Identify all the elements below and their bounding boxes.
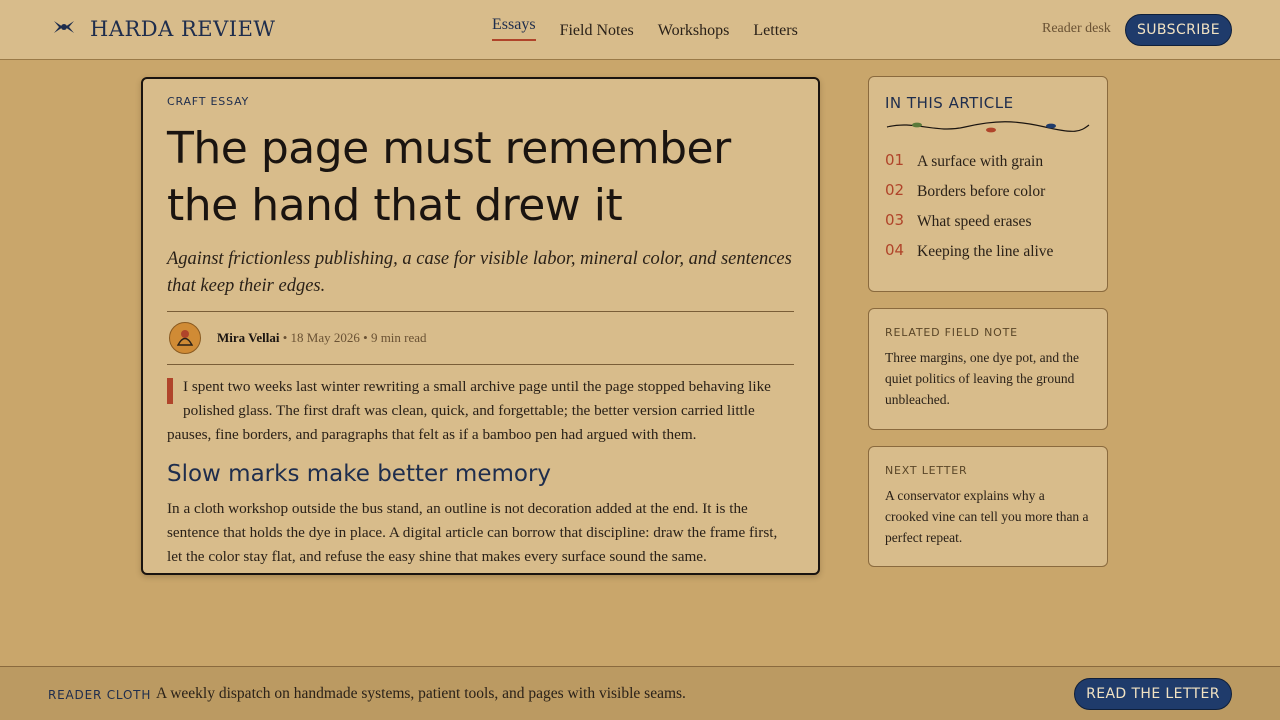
- next-letter-kicker: NEXT LETTER: [885, 464, 968, 477]
- read-time: 9 min read: [370, 330, 427, 345]
- toc-item[interactable]: 03 What speed erases: [885, 211, 1091, 241]
- toc-item-number: 04: [885, 241, 905, 259]
- related-kicker: RELATED FIELD NOTE: [885, 326, 1018, 339]
- toc-item[interactable]: 01 A surface with grain: [885, 151, 1091, 181]
- next-letter-card[interactable]: NEXT LETTER A conservator explains why a…: [868, 446, 1108, 567]
- article-headline: The page must remember the hand that dre…: [167, 123, 731, 231]
- author-name[interactable]: Mira Vellai: [217, 330, 279, 345]
- reader-desk-link[interactable]: Reader desk: [1042, 21, 1111, 37]
- subscribe-button[interactable]: SUBSCRIBE: [1125, 14, 1232, 46]
- toc-list: 01 A surface with grain 02 Borders befor…: [885, 151, 1091, 271]
- lead-paragraph: I spent two weeks last winter rewriting …: [167, 375, 794, 447]
- toc-item-number: 01: [885, 151, 905, 169]
- toc-item-number: 03: [885, 211, 905, 229]
- toc-card: IN THIS ARTICLE 01 A surface with grain …: [868, 76, 1108, 292]
- article-subhead: Slow marks make better memory: [167, 461, 552, 487]
- byline-text: Mira Vellai • 18 May 2026 • 9 min read: [217, 330, 427, 346]
- main-nav: Essays Field Notes Workshops Letters: [492, 0, 798, 60]
- site-header: HARDA REVIEW Essays Field Notes Workshop…: [0, 0, 1280, 60]
- byline: Mira Vellai • 18 May 2026 • 9 min read: [167, 312, 794, 364]
- article-kicker: CRAFT ESSAY: [167, 95, 250, 108]
- footer-text: A weekly dispatch on handmade systems, p…: [156, 685, 686, 702]
- toc-item[interactable]: 04 Keeping the line alive: [885, 241, 1091, 271]
- toc-title: IN THIS ARTICLE: [885, 94, 1014, 112]
- related-text: Three margins, one dye pot, and the quie…: [885, 350, 1079, 407]
- nav-workshops[interactable]: Workshops: [658, 20, 730, 40]
- toc-item-label: What speed erases: [917, 213, 1032, 230]
- related-field-note-card[interactable]: RELATED FIELD NOTE Three margins, one dy…: [868, 308, 1108, 430]
- artisan-avatar-icon[interactable]: [169, 322, 201, 354]
- publish-date: 18 May 2026: [290, 330, 360, 345]
- nav-letters[interactable]: Letters: [753, 20, 797, 40]
- toc-item-label: A surface with grain: [917, 153, 1044, 170]
- brand-title: HARDA REVIEW: [90, 17, 276, 41]
- body-paragraph: In a cloth workshop outside the bus stan…: [167, 500, 778, 565]
- lead-paragraph-text: I spent two weeks last winter rewriting …: [167, 378, 771, 443]
- article-dek: Against frictionless publishing, a case …: [167, 249, 792, 296]
- article-card: CRAFT ESSAY The page must remember the h…: [141, 77, 820, 575]
- read-the-letter-button[interactable]: READ THE LETTER: [1074, 678, 1232, 710]
- toc-item[interactable]: 02 Borders before color: [885, 181, 1091, 211]
- byline-bottom-rule: [167, 364, 794, 365]
- brand-logo[interactable]: HARDA REVIEW: [52, 14, 275, 44]
- toc-item-label: Borders before color: [917, 183, 1046, 200]
- nav-field-notes[interactable]: Field Notes: [560, 20, 634, 40]
- toc-item-label: Keeping the line alive: [917, 243, 1054, 260]
- byline-separator: •: [363, 330, 368, 345]
- next-letter-text: A conservator explains why a crooked vin…: [885, 488, 1089, 545]
- toc-item-number: 02: [885, 181, 905, 199]
- drop-cap-mark: [167, 378, 173, 404]
- footer-kicker: READER CLOTH: [48, 688, 152, 702]
- vine-divider-icon: [885, 120, 1091, 139]
- byline-separator: •: [282, 330, 288, 345]
- bird-emblem-icon: [52, 17, 76, 42]
- nav-essays[interactable]: Essays: [492, 14, 536, 41]
